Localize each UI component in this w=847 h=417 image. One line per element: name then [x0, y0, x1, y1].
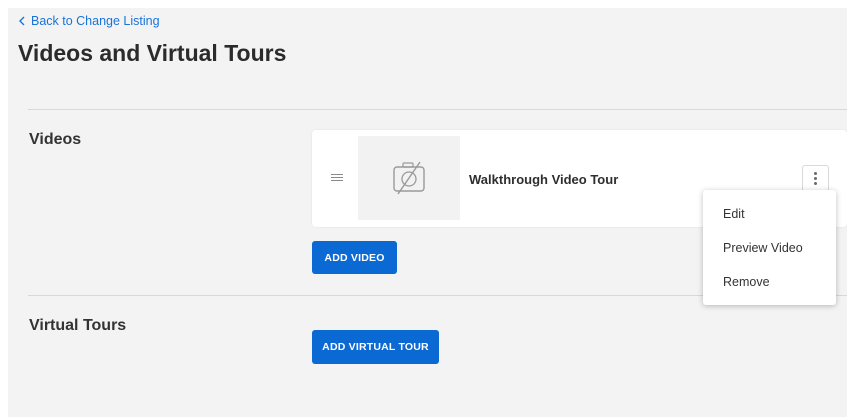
- back-to-change-listing-link[interactable]: Back to Change Listing: [18, 14, 160, 28]
- menu-item-remove[interactable]: Remove: [723, 275, 770, 289]
- menu-item-preview-video[interactable]: Preview Video: [723, 241, 803, 255]
- dot: [814, 172, 817, 175]
- add-video-button[interactable]: ADD VIDEO: [312, 241, 397, 274]
- add-virtual-tour-button[interactable]: ADD VIRTUAL TOUR: [312, 330, 439, 364]
- section-divider: [28, 109, 847, 110]
- video-thumbnail: [358, 136, 460, 220]
- page-title: Videos and Virtual Tours: [18, 40, 287, 66]
- videos-section-label: Videos: [29, 131, 82, 148]
- dot: [814, 177, 817, 180]
- drag-handle-icon[interactable]: [331, 174, 343, 183]
- video-title: Walkthrough Video Tour: [469, 172, 619, 187]
- more-options-button[interactable]: [802, 165, 829, 192]
- dot: [814, 182, 817, 185]
- virtual-tours-section-label: Virtual Tours: [29, 317, 127, 334]
- menu-item-edit[interactable]: Edit: [723, 207, 745, 221]
- no-image-camera-icon: [393, 161, 425, 195]
- video-options-menu: Edit Preview Video Remove: [703, 190, 836, 305]
- chevron-left-icon: [19, 16, 25, 26]
- back-link-label: Back to Change Listing: [31, 14, 160, 28]
